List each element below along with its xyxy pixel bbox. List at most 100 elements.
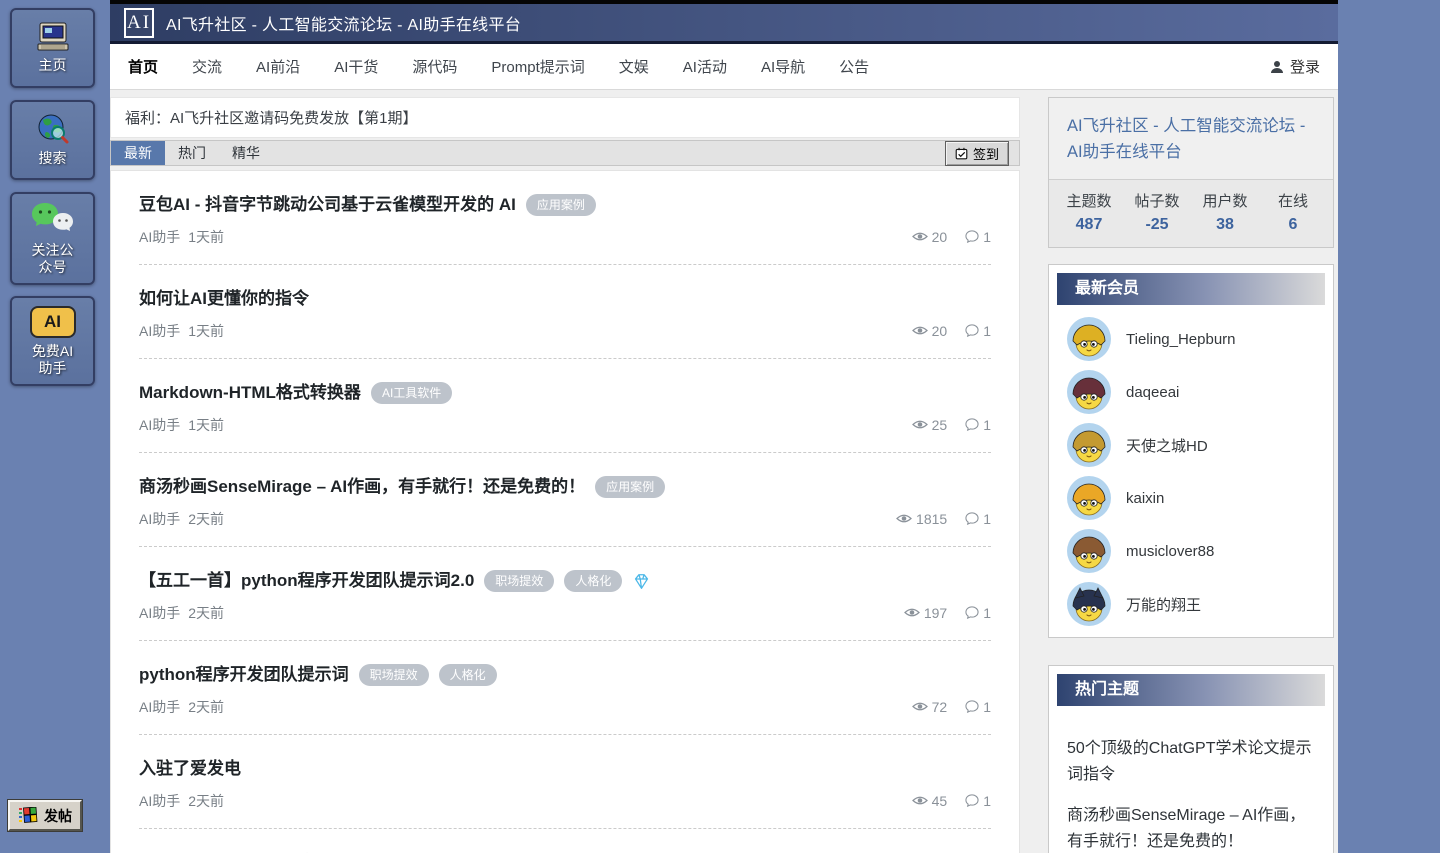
calendar-icon — [955, 147, 968, 160]
gem-icon — [632, 573, 651, 590]
member-avatar[interactable] — [1067, 582, 1111, 626]
member-avatar[interactable] — [1067, 370, 1111, 414]
dock-ai-assistant-button[interactable]: AI 免费AI助手 — [10, 296, 95, 386]
tab-latest[interactable]: 最新 — [111, 141, 165, 165]
dock-wechat-button[interactable]: 关注公众号 — [10, 192, 95, 285]
member-name[interactable]: 万能的翔王 — [1126, 594, 1201, 615]
post-tag[interactable]: AI工具软件 — [371, 382, 452, 404]
checkin-button[interactable]: 签到 — [945, 141, 1009, 166]
post-title[interactable]: 如何让AI更懂你的指令 — [139, 288, 309, 310]
hot-topic-item[interactable]: 50个顶级的ChatGPT学术论文提示词指令 — [1067, 736, 1315, 789]
page-root: { "colors": { "page_bg": "#6a81b1", "acc… — [0, 0, 1440, 853]
member-row: 万能的翔王 — [1049, 578, 1333, 631]
member-avatar[interactable] — [1067, 423, 1111, 467]
nav-item-exchange[interactable]: 交流 — [192, 56, 222, 77]
post-title[interactable]: python程序开发团队提示词 — [139, 664, 349, 686]
eye-icon — [896, 513, 912, 524]
post-title[interactable]: 商汤秒画SenseMirage – AI作画，有手就行！还是免费的！ — [139, 476, 585, 498]
post-author[interactable]: AI助手 — [139, 415, 180, 435]
nav-item-ai-tips[interactable]: AI干货 — [334, 56, 378, 77]
member-avatar[interactable] — [1067, 317, 1111, 361]
post-title[interactable]: 【五工一首】python程序开发团队提示词2.0 — [139, 570, 474, 592]
hot-topics-list: 50个顶级的ChatGPT学术论文提示词指令 商汤秒画SenseMirage –… — [1049, 714, 1333, 853]
nav-item-ai-events[interactable]: AI活动 — [683, 56, 727, 77]
comment-icon — [965, 700, 979, 713]
view-count: 25 — [912, 417, 948, 433]
sidebar-column: AI飞升社区 - 人工智能交流论坛 - AI助手在线平台 主题数 487 帖子数… — [1048, 97, 1334, 853]
post-time: 2天前 — [188, 603, 224, 623]
user-icon — [1270, 60, 1284, 74]
post-item-partial: 50个顶级的ChatGPT学术论文提示词指令 — [139, 828, 991, 853]
post-author[interactable]: AI助手 — [139, 603, 180, 623]
dock-home-button[interactable]: 主页 — [10, 8, 95, 88]
nav-item-announcements[interactable]: 公告 — [839, 56, 869, 77]
stat-online: 在线 6 — [1259, 190, 1327, 234]
tab-hot[interactable]: 热门 — [165, 141, 219, 165]
hot-topics-header: 热门主题 — [1057, 674, 1325, 706]
member-avatar[interactable] — [1067, 476, 1111, 520]
main-area: AI AI飞升社区 - 人工智能交流论坛 - AI助手在线平台 首页 交流 AI… — [110, 0, 1338, 853]
view-count: 197 — [904, 605, 947, 621]
post-item: Markdown-HTML格式转换器 AI工具软件 AI助手 1天前 25 1 — [139, 358, 991, 452]
dock-ai-assistant-label: 免费AI助手 — [27, 343, 79, 377]
dock-wechat-label: 关注公众号 — [27, 242, 79, 276]
list-tabbar: 最新 热门 精华 签到 — [110, 140, 1020, 166]
member-name[interactable]: Tieling_Hepburn — [1126, 331, 1236, 348]
dock-search-label: 搜索 — [39, 150, 67, 167]
comment-icon — [965, 512, 979, 525]
post-tag[interactable]: 人格化 — [439, 664, 497, 686]
ai-badge-text: AI — [44, 312, 61, 332]
post-item: 豆包AI - 抖音字节跳动公司基于云雀模型开发的 AI 应用案例 AI助手 1天… — [139, 171, 991, 264]
post-author[interactable]: AI助手 — [139, 227, 180, 247]
post-title[interactable]: 豆包AI - 抖音字节跳动公司基于云雀模型开发的 AI — [139, 194, 516, 216]
view-count: 1815 — [896, 511, 947, 527]
post-title[interactable]: Markdown-HTML格式转换器 — [139, 382, 361, 404]
post-tag[interactable]: 职场提效 — [484, 570, 554, 592]
nav-item-ai-navigation[interactable]: AI导航 — [761, 56, 805, 77]
member-name[interactable]: musiclover88 — [1126, 543, 1214, 560]
main-column: 福利：AI飞升社区邀请码免费发放【第1期】 最新 热门 精华 签到 豆包AI -… — [110, 97, 1020, 853]
new-post-button[interactable]: 发帖 — [8, 800, 82, 831]
post-title[interactable]: 入驻了爱发电 — [139, 758, 241, 780]
new-post-label: 发帖 — [44, 806, 72, 826]
eye-icon — [904, 607, 920, 618]
eye-icon — [912, 701, 928, 712]
nav-item-home[interactable]: 首页 — [128, 56, 158, 77]
nav-item-source-code[interactable]: 源代码 — [412, 56, 457, 77]
post-item: 【五工一首】python程序开发团队提示词2.0 职场提效 人格化 AI助手 2… — [139, 546, 991, 640]
hot-topic-item[interactable]: 商汤秒画SenseMirage – AI作画，有手就行！还是免费的！ — [1067, 803, 1315, 853]
member-name[interactable]: kaixin — [1126, 490, 1164, 507]
member-name[interactable]: daqeeai — [1126, 384, 1179, 401]
latest-members-panel: 最新会员 Tieling_Hepburn daqeeai — [1048, 264, 1334, 638]
post-tag[interactable]: 职场提效 — [359, 664, 429, 686]
post-author[interactable]: AI助手 — [139, 321, 180, 341]
comment-count: 1 — [965, 229, 991, 245]
windows-logo-icon — [18, 807, 38, 824]
post-author[interactable]: AI助手 — [139, 697, 180, 717]
post-time: 1天前 — [188, 321, 224, 341]
post-author[interactable]: AI助手 — [139, 791, 180, 811]
desktop-dock: 主页 搜索 关注公众号 AI — [0, 0, 110, 853]
comment-count: 1 — [965, 511, 991, 527]
post-list: 豆包AI - 抖音字节跳动公司基于云雀模型开发的 AI 应用案例 AI助手 1天… — [110, 170, 1020, 853]
announcement-bar[interactable]: 福利：AI飞升社区邀请码免费发放【第1期】 — [110, 97, 1020, 138]
community-title: AI飞升社区 - 人工智能交流论坛 - AI助手在线平台 — [1049, 98, 1333, 179]
nav-item-entertainment[interactable]: 文娱 — [619, 56, 649, 77]
nav-item-prompt[interactable]: Prompt提示词 — [491, 56, 584, 77]
post-author[interactable]: AI助手 — [139, 509, 180, 529]
login-button[interactable]: 登录 — [1270, 56, 1320, 77]
site-logo[interactable]: AI — [124, 8, 154, 38]
member-name[interactable]: 天使之城HD — [1126, 435, 1208, 456]
eye-icon — [912, 419, 928, 430]
post-tag[interactable]: 应用案例 — [526, 194, 596, 216]
tab-featured[interactable]: 精华 — [219, 141, 273, 165]
post-tag[interactable]: 应用案例 — [595, 476, 665, 498]
dock-search-button[interactable]: 搜索 — [10, 100, 95, 180]
eye-icon — [912, 795, 928, 806]
ai-badge-icon: AI — [30, 306, 76, 338]
post-tag[interactable]: 人格化 — [564, 570, 622, 592]
post-time: 2天前 — [188, 697, 224, 717]
post-time: 1天前 — [188, 227, 224, 247]
nav-item-ai-frontier[interactable]: AI前沿 — [256, 56, 300, 77]
member-avatar[interactable] — [1067, 529, 1111, 573]
